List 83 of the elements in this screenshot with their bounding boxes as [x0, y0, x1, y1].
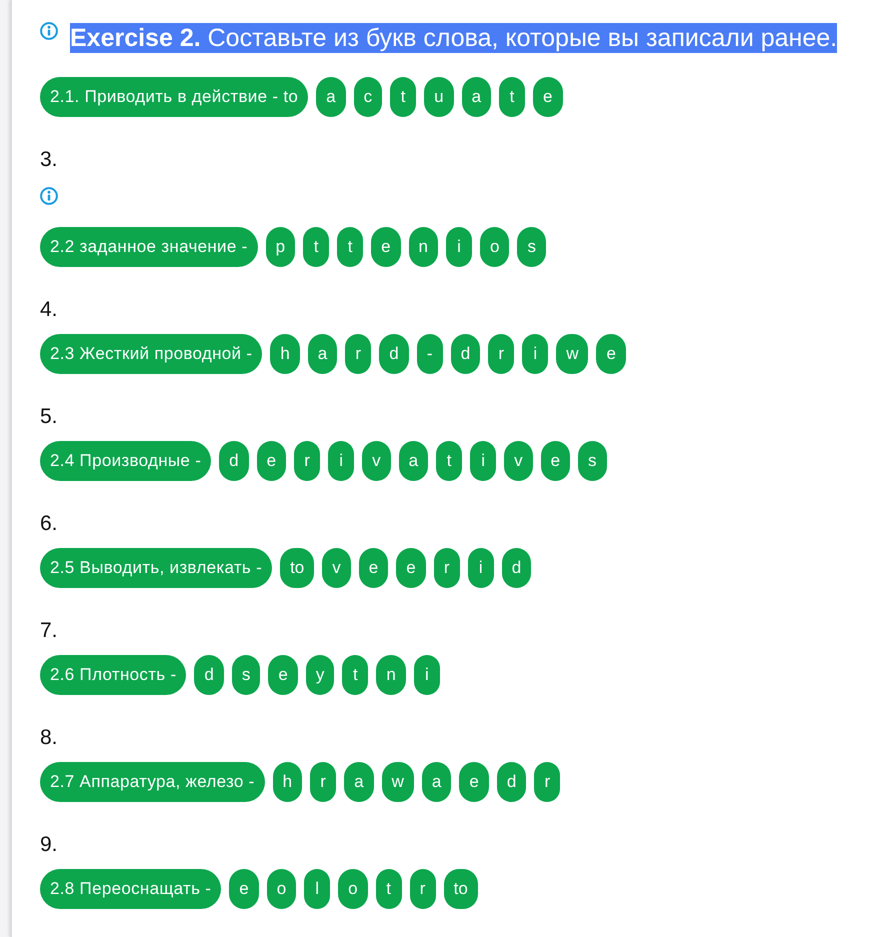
letter-tile[interactable]: e	[371, 227, 401, 267]
question-number: 6.	[40, 511, 59, 537]
letter-tile[interactable]: a	[316, 77, 346, 117]
letter-tile[interactable]: t	[376, 869, 402, 909]
letter-tile[interactable]: r	[534, 762, 560, 802]
letter-tile[interactable]: w	[382, 762, 414, 802]
letter-tile[interactable]: v	[504, 441, 533, 481]
prompt-chip: 2.6 Плотность -	[40, 655, 186, 695]
letter-tile[interactable]: e	[268, 655, 298, 695]
letter-tile[interactable]: r	[410, 869, 436, 909]
question-number: 9.	[40, 832, 59, 858]
letter-tile[interactable]: l	[304, 869, 330, 909]
letter-tile[interactable]: r	[488, 334, 514, 374]
letter-tile[interactable]: e	[459, 762, 489, 802]
letter-tile[interactable]: t	[436, 441, 462, 481]
letter-tile[interactable]: s	[578, 441, 607, 481]
prompt-chip: 2.4 Производные -	[40, 441, 212, 481]
letter-tile[interactable]: e	[533, 77, 563, 117]
prompt-chip: 2.3 Жесткий проводной -	[40, 334, 262, 374]
letter-tile[interactable]: a	[422, 762, 452, 802]
letter-tile[interactable]: a	[308, 334, 338, 374]
letter-tile[interactable]: t	[390, 77, 416, 117]
letter-tile[interactable]: h	[272, 762, 302, 802]
letter-tile[interactable]: s	[517, 227, 546, 267]
letter-tile[interactable]: a	[344, 762, 374, 802]
letter-tile[interactable]: w	[556, 334, 588, 374]
letter-tile[interactable]: d	[450, 334, 480, 374]
letter-tile[interactable]: e	[596, 334, 626, 374]
letter-tile[interactable]: o	[338, 869, 368, 909]
exercise-heading: Exercise 2. Составьте из букв слова, которые вы записали ранее.	[70, 23, 838, 53]
letter-tile[interactable]: e	[229, 869, 259, 909]
letter-tile[interactable]: t	[337, 227, 364, 267]
prompt-chip: 2.1. Приводить в действие - to	[40, 77, 308, 117]
question-number: 8.	[40, 725, 59, 751]
letter-tile[interactable]: s	[232, 655, 260, 695]
letter-tile[interactable]: c	[354, 77, 382, 117]
prompt-chip: 2.7 Аппаратура, железо -	[40, 762, 265, 802]
letter-tile[interactable]: -	[416, 334, 443, 374]
letter-tile[interactable]: e	[540, 441, 570, 481]
letter-tile[interactable]: d	[379, 334, 409, 374]
letter-tile[interactable]: i	[446, 227, 472, 267]
letter-tile[interactable]: o	[480, 227, 510, 267]
letter-tile[interactable]: i	[522, 334, 548, 374]
letter-tile[interactable]: d	[219, 441, 249, 481]
letter-tile[interactable]: d	[502, 548, 532, 588]
letter-tile[interactable]: t	[499, 77, 526, 117]
letter-tile[interactable]: r	[434, 548, 460, 588]
letter-tile[interactable]: e	[396, 548, 426, 588]
prompt-chip: 2.5 Выводить, извлекать -	[40, 548, 272, 588]
letter-tile[interactable]: a	[398, 441, 428, 481]
letter-tile[interactable]: t	[342, 655, 368, 695]
info-icon[interactable]	[40, 22, 58, 40]
letter-tile[interactable]: o	[266, 869, 296, 909]
letter-tile[interactable]: i	[470, 441, 496, 481]
letter-tile[interactable]: e	[256, 441, 286, 481]
letter-tile[interactable]: r	[294, 441, 320, 481]
prompt-chip: 2.2 заданное значение -	[40, 227, 258, 267]
letter-tile[interactable]: r	[345, 334, 372, 374]
letter-tile[interactable]: u	[424, 77, 454, 117]
question-number: 3.	[40, 147, 59, 173]
letter-tile[interactable]: d	[496, 762, 526, 802]
letter-tile[interactable]: y	[306, 655, 334, 695]
info-icon[interactable]	[40, 187, 58, 205]
letter-tile[interactable]: n	[376, 655, 406, 695]
letter-tile[interactable]: v	[362, 441, 391, 481]
letter-tile[interactable]: i	[468, 548, 494, 588]
letter-tile[interactable]: to	[280, 548, 314, 588]
letter-tile[interactable]: i	[414, 655, 440, 695]
letter-tile[interactable]: a	[462, 77, 492, 117]
letter-tile[interactable]: t	[303, 227, 330, 267]
letter-tile[interactable]: d	[194, 655, 224, 695]
letter-tile[interactable]: v	[322, 548, 351, 588]
question-number: 7.	[40, 618, 59, 644]
question-number: 5.	[40, 404, 59, 430]
question-number: 4.	[40, 297, 59, 323]
letter-tile[interactable]: i	[328, 441, 354, 481]
letter-tile[interactable]: h	[270, 334, 300, 374]
letter-tile[interactable]: to	[444, 869, 478, 909]
letter-tile[interactable]: p	[266, 227, 296, 267]
prompt-chip: 2.8 Переоснащать -	[40, 869, 222, 909]
letter-tile[interactable]: e	[358, 548, 388, 588]
letter-tile[interactable]: r	[310, 762, 336, 802]
letter-tile[interactable]: n	[408, 227, 438, 267]
